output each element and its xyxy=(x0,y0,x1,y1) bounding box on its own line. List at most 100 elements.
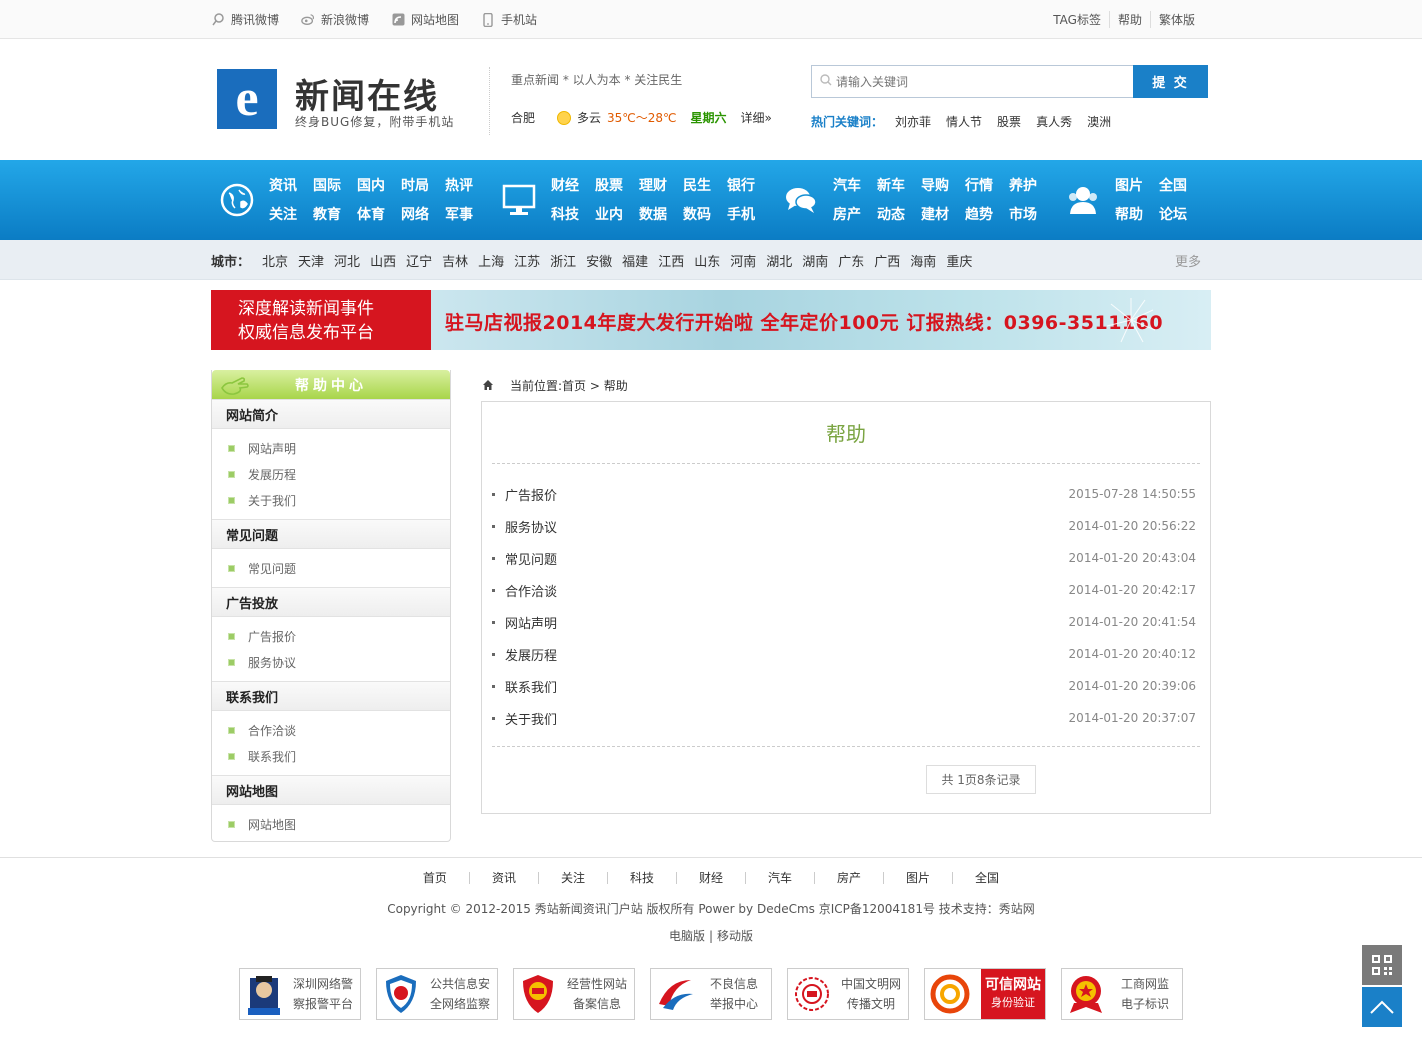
nav-item[interactable]: 帮助 xyxy=(1115,205,1159,225)
footer-link[interactable]: 房产 xyxy=(814,872,883,884)
trust-badge[interactable]: 深圳网络警 察报警平台 xyxy=(239,968,361,1020)
sidebar-item[interactable]: 常见问题 xyxy=(212,555,450,581)
nav-item[interactable]: 网络 xyxy=(401,205,445,225)
article-link[interactable]: 联系我们 xyxy=(505,677,557,696)
article-link[interactable]: 网站声明 xyxy=(505,613,557,632)
nav-item[interactable]: 国内 xyxy=(357,176,401,196)
sidebar-item[interactable]: 合作洽谈 xyxy=(212,717,450,743)
nav-item[interactable]: 数码 xyxy=(683,205,727,225)
nav-item[interactable]: 全国 xyxy=(1159,176,1203,196)
tag-link[interactable]: TAG标签 xyxy=(1045,11,1109,28)
qr-code-button[interactable] xyxy=(1362,945,1402,985)
city-link[interactable]: 天津 xyxy=(298,251,324,270)
sidebar-item[interactable]: 关于我们 xyxy=(212,487,450,513)
nav-item[interactable]: 热评 xyxy=(445,176,489,196)
hot-keyword[interactable]: 情人节 xyxy=(946,113,982,130)
nav-item[interactable]: 汽车 xyxy=(833,176,877,196)
sidebar-item[interactable]: 网站地图 xyxy=(212,811,450,837)
hot-keyword[interactable]: 澳洲 xyxy=(1087,113,1111,130)
city-link[interactable]: 海南 xyxy=(910,251,936,270)
ad-banner[interactable]: 深度解读新闻事件 权威信息发布平台 驻马店视报2014年度大发行开始啦 全年定价… xyxy=(211,290,1211,350)
nav-item[interactable]: 科技 xyxy=(551,205,595,225)
nav-item[interactable]: 趋势 xyxy=(965,205,1009,225)
nav-item[interactable]: 市场 xyxy=(1009,205,1053,225)
sina-weibo-link[interactable]: 新浪微博 xyxy=(301,11,369,28)
nav-item[interactable]: 国际 xyxy=(313,176,357,196)
desktop-version-link[interactable]: 电脑版 xyxy=(669,929,705,943)
sidebar-item[interactable]: 广告报价 xyxy=(212,623,450,649)
city-link[interactable]: 广西 xyxy=(874,251,900,270)
nav-item[interactable]: 新车 xyxy=(877,176,921,196)
city-link[interactable]: 安徽 xyxy=(586,251,612,270)
sidebar-item[interactable]: 发展历程 xyxy=(212,461,450,487)
nav-item[interactable]: 民生 xyxy=(683,176,727,196)
search-submit-button[interactable]: 提 交 xyxy=(1133,65,1208,98)
article-link[interactable]: 合作洽谈 xyxy=(505,581,557,600)
nav-item[interactable]: 关注 xyxy=(269,205,313,225)
nav-item[interactable]: 理财 xyxy=(639,176,683,196)
nav-item[interactable]: 房产 xyxy=(833,205,877,225)
trust-badge[interactable]: 中国文明网 传播文明 xyxy=(787,968,909,1020)
traditional-chinese-link[interactable]: 繁体版 xyxy=(1149,11,1203,28)
city-link[interactable]: 福建 xyxy=(622,251,648,270)
footer-link[interactable]: 关注 xyxy=(537,872,607,884)
trust-badge[interactable]: 工商网监 电子标识 xyxy=(1061,968,1183,1020)
city-link[interactable]: 重庆 xyxy=(946,251,972,270)
weather-more-link[interactable]: 详细» xyxy=(741,109,772,126)
article-link[interactable]: 关于我们 xyxy=(505,709,557,728)
city-link[interactable]: 广东 xyxy=(838,251,864,270)
nav-item[interactable]: 银行 xyxy=(727,176,771,196)
footer-link[interactable]: 汽车 xyxy=(745,872,814,884)
nav-item[interactable]: 论坛 xyxy=(1159,205,1203,225)
nav-item[interactable]: 财经 xyxy=(551,176,595,196)
nav-item[interactable]: 动态 xyxy=(877,205,921,225)
home-icon[interactable] xyxy=(482,379,494,391)
city-link[interactable]: 湖北 xyxy=(766,251,792,270)
sidebar-item[interactable]: 联系我们 xyxy=(212,743,450,769)
footer-link[interactable]: 首页 xyxy=(401,872,469,884)
tencent-weibo-link[interactable]: 腾讯微博 xyxy=(211,11,279,28)
hot-keyword[interactable]: 刘亦菲 xyxy=(895,113,931,130)
site-logo[interactable]: e xyxy=(217,69,277,129)
sidebar-item[interactable]: 网站声明 xyxy=(212,435,450,461)
nav-item[interactable]: 手机 xyxy=(727,205,771,225)
sidebar-item[interactable]: 服务协议 xyxy=(212,649,450,675)
sitemap-link[interactable]: 网站地图 xyxy=(391,11,459,28)
mobile-version-link[interactable]: 移动版 xyxy=(717,929,753,943)
nav-item[interactable]: 教育 xyxy=(313,205,357,225)
nav-item[interactable]: 行情 xyxy=(965,176,1009,196)
article-link[interactable]: 发展历程 xyxy=(505,645,557,664)
footer-link[interactable]: 科技 xyxy=(606,872,676,884)
nav-item[interactable]: 养护 xyxy=(1009,176,1053,196)
back-to-top-button[interactable] xyxy=(1362,987,1402,1027)
trust-badge[interactable]: 不良信息 举报中心 xyxy=(650,968,772,1020)
city-link[interactable]: 浙江 xyxy=(550,251,576,270)
city-link[interactable]: 湖南 xyxy=(802,251,828,270)
nav-item[interactable]: 业内 xyxy=(595,205,639,225)
footer-link[interactable]: 全国 xyxy=(952,872,1021,884)
nav-item[interactable]: 数据 xyxy=(639,205,683,225)
trust-badge[interactable]: 公共信息安 全网络监察 xyxy=(376,968,498,1020)
city-more-link[interactable]: 更多 xyxy=(1175,251,1201,270)
city-link[interactable]: 吉林 xyxy=(442,251,468,270)
city-link[interactable]: 辽宁 xyxy=(406,251,432,270)
footer-link[interactable]: 财经 xyxy=(675,872,745,884)
nav-item[interactable]: 股票 xyxy=(595,176,639,196)
trust-badge[interactable]: 可信网站 身份验证 xyxy=(924,968,1046,1020)
hot-keyword[interactable]: 真人秀 xyxy=(1036,113,1072,130)
city-link[interactable]: 北京 xyxy=(262,251,288,270)
city-link[interactable]: 江西 xyxy=(658,251,684,270)
hot-keyword[interactable]: 股票 xyxy=(997,113,1021,130)
search-input[interactable] xyxy=(836,74,1096,89)
nav-item[interactable]: 建材 xyxy=(921,205,965,225)
mobile-site-link[interactable]: 手机站 xyxy=(481,11,537,28)
nav-item[interactable]: 体育 xyxy=(357,205,401,225)
nav-item[interactable]: 军事 xyxy=(445,205,489,225)
footer-link[interactable]: 图片 xyxy=(883,872,952,884)
nav-item[interactable]: 导购 xyxy=(921,176,965,196)
article-link[interactable]: 广告报价 xyxy=(505,485,557,504)
nav-item[interactable]: 图片 xyxy=(1115,176,1159,196)
nav-item[interactable]: 资讯 xyxy=(269,176,313,196)
city-link[interactable]: 山西 xyxy=(370,251,396,270)
city-link[interactable]: 上海 xyxy=(478,251,504,270)
